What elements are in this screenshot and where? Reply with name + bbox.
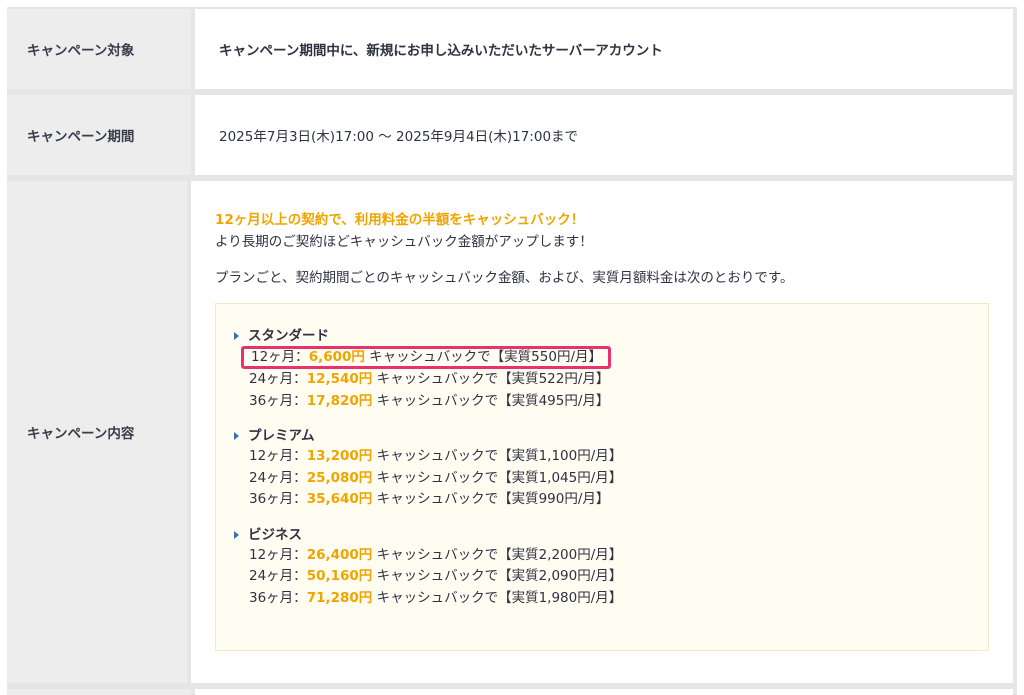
- triangle-right-icon: [234, 332, 239, 340]
- price-text: キャッシュバックで【実質2,090円/月】: [372, 568, 623, 584]
- term: 36ヶ月：: [249, 589, 307, 606]
- price-row: 24ヶ月：50,160円 キャッシュバックで【実質2,090円/月】: [234, 566, 988, 588]
- subline: より長期のご契約ほどキャッシュバック金額がアップします！: [215, 234, 593, 250]
- plan-name: プレミアム: [248, 428, 315, 444]
- price-text: キャッシュバックで【実質990円/月】: [372, 491, 610, 507]
- price-row: 24ヶ月：25,080円 キャッシュバックで【実質1,045円/月】: [234, 468, 988, 490]
- row-label: キャンペーン期間: [7, 95, 191, 175]
- cashback-amount: 6,600円: [308, 349, 365, 365]
- cashback-amount: 13,200円: [306, 448, 373, 464]
- term: 36ヶ月：: [249, 392, 307, 409]
- price-text: キャッシュバックで【実質550円/月】: [364, 349, 602, 365]
- term: 24ヶ月：: [249, 568, 307, 584]
- price-row: 36ヶ月：17,820円 キャッシュバックで【実質495円/月】: [234, 391, 988, 413]
- plan-name: スタンダード: [248, 328, 329, 344]
- row-value: キャンペーン期間中に、新規にお申し込みいただいたサーバーアカウント: [195, 9, 1013, 89]
- price-text: キャッシュバックで【実質2,200円/月】: [372, 546, 623, 563]
- price-text: キャッシュバックで【実質495円/月】: [372, 392, 610, 409]
- price-row: 36ヶ月：71,280円 キャッシュバックで【実質1,980円/月】: [234, 588, 988, 610]
- row-label: キャンペーン対象: [7, 9, 191, 89]
- row-period: キャンペーン期間 2025年7月3日(木)17:00 〜 2025年9月4日(木…: [7, 95, 1017, 175]
- triangle-right-icon: [234, 530, 239, 539]
- headline: 12ヶ月以上の契約で、利用料金の半額をキャッシュバック！: [215, 212, 585, 228]
- term: 12ヶ月：: [251, 349, 309, 365]
- price-row: 36ヶ月：35,640円 キャッシュバックで【実質990円/月】: [234, 489, 988, 511]
- cashback-amount: 71,280円: [306, 589, 373, 606]
- price-row: 12ヶ月：26,400円 キャッシュバックで【実質2,200円/月】: [234, 545, 988, 567]
- triangle-right-icon: [234, 432, 239, 440]
- term: 12ヶ月：: [249, 448, 307, 464]
- row-label: キャンペーン内容: [7, 181, 187, 683]
- term: 36ヶ月：: [249, 491, 307, 507]
- row-target: キャンペーン対象 キャンペーン期間中に、新規にお申し込みいただいたサーバーアカウ…: [7, 9, 1017, 89]
- row-value: [195, 689, 1013, 695]
- highlighted-price-row: 12ヶ月：6,600円 キャッシュバックで【実質550円/月】: [241, 346, 611, 369]
- price-text: キャッシュバックで【実質522円/月】: [372, 371, 610, 387]
- price-row: 24ヶ月：12,540円 キャッシュバックで【実質522円/月】: [234, 369, 988, 391]
- plan-standard: スタンダード 12ヶ月：6,600円 キャッシュバックで【実質550円/月】 2…: [234, 326, 988, 412]
- plan-name: ビジネス: [248, 526, 302, 543]
- row-next-partial: [7, 689, 1017, 695]
- cashback-amount: 50,160円: [306, 568, 373, 584]
- row-label: [7, 689, 191, 695]
- content-cell: 12ヶ月以上の契約で、利用料金の半額をキャッシュバック！ より長期のご契約ほどキ…: [191, 181, 1013, 683]
- cashback-amount: 17,820円: [306, 392, 373, 409]
- row-value: 2025年7月3日(木)17:00 〜 2025年9月4日(木)17:00まで: [195, 95, 1013, 175]
- plans-box: スタンダード 12ヶ月：6,600円 キャッシュバックで【実質550円/月】 2…: [215, 303, 989, 651]
- cashback-amount: 25,080円: [306, 469, 373, 486]
- price-text: キャッシュバックで【実質1,100円/月】: [372, 448, 623, 464]
- campaign-table: キャンペーン対象 キャンペーン期間中に、新規にお申し込みいただいたサーバーアカウ…: [7, 7, 1017, 695]
- row-content: キャンペーン内容 12ヶ月以上の契約で、利用料金の半額をキャッシュバック！ より…: [7, 181, 1017, 683]
- note: プランごと、契約期間ごとのキャッシュバック金額、および、実質月額料金は次のとおり…: [215, 270, 794, 286]
- price-text: キャッシュバックで【実質1,980円/月】: [372, 589, 623, 606]
- plan-premium: プレミアム 12ヶ月：13,200円 キャッシュバックで【実質1,100円/月】…: [234, 426, 988, 511]
- cashback-amount: 12,540円: [306, 371, 373, 387]
- plan-business: ビジネス 12ヶ月：26,400円 キャッシュバックで【実質2,200円/月】 …: [234, 525, 988, 610]
- term: 24ヶ月：: [249, 371, 307, 387]
- price-row: 12ヶ月：13,200円 キャッシュバックで【実質1,100円/月】: [234, 446, 988, 468]
- term: 12ヶ月：: [249, 546, 307, 563]
- price-text: キャッシュバックで【実質1,045円/月】: [372, 469, 623, 486]
- cashback-amount: 35,640円: [306, 491, 373, 507]
- cashback-amount: 26,400円: [306, 546, 373, 563]
- term: 24ヶ月：: [249, 469, 307, 486]
